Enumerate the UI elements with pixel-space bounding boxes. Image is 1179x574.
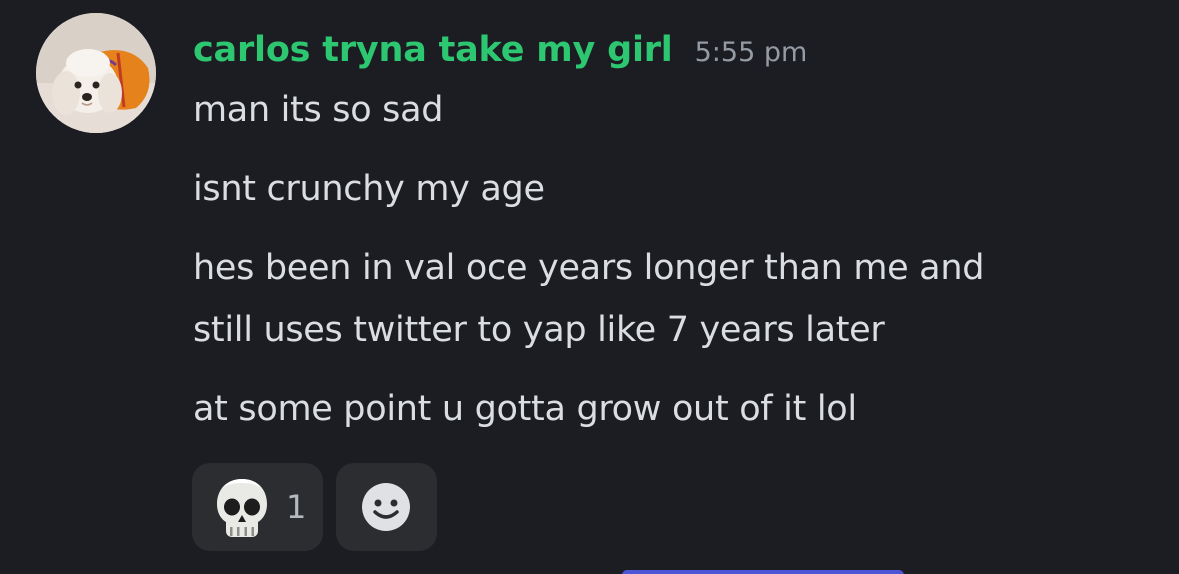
accent-bar — [622, 570, 904, 574]
dog-avatar-icon — [36, 13, 156, 133]
skull-emoji-icon — [217, 479, 267, 537]
chat-message: carlos tryna take my girl 5:55 pm man its… — [0, 0, 1179, 574]
message-line: man its so sad — [193, 90, 444, 130]
reaction-skull[interactable]: 1 — [192, 463, 323, 551]
message-line: at some point u gotta grow out of it lol — [193, 389, 857, 429]
avatar[interactable] — [36, 13, 156, 133]
message-line: still uses twitter to yap like 7 years l… — [193, 310, 885, 350]
message-header: carlos tryna take my girl 5:55 pm — [193, 24, 807, 76]
add-reaction-button[interactable] — [336, 463, 437, 551]
reaction-count: 1 — [286, 488, 307, 526]
username[interactable]: carlos tryna take my girl — [193, 24, 673, 76]
message-line: hes been in val oce years longer than me… — [193, 248, 985, 288]
smiley-add-reaction-icon — [362, 483, 410, 531]
message-timestamp[interactable]: 5:55 pm — [695, 24, 808, 79]
message-line: isnt crunchy my age — [193, 169, 545, 209]
